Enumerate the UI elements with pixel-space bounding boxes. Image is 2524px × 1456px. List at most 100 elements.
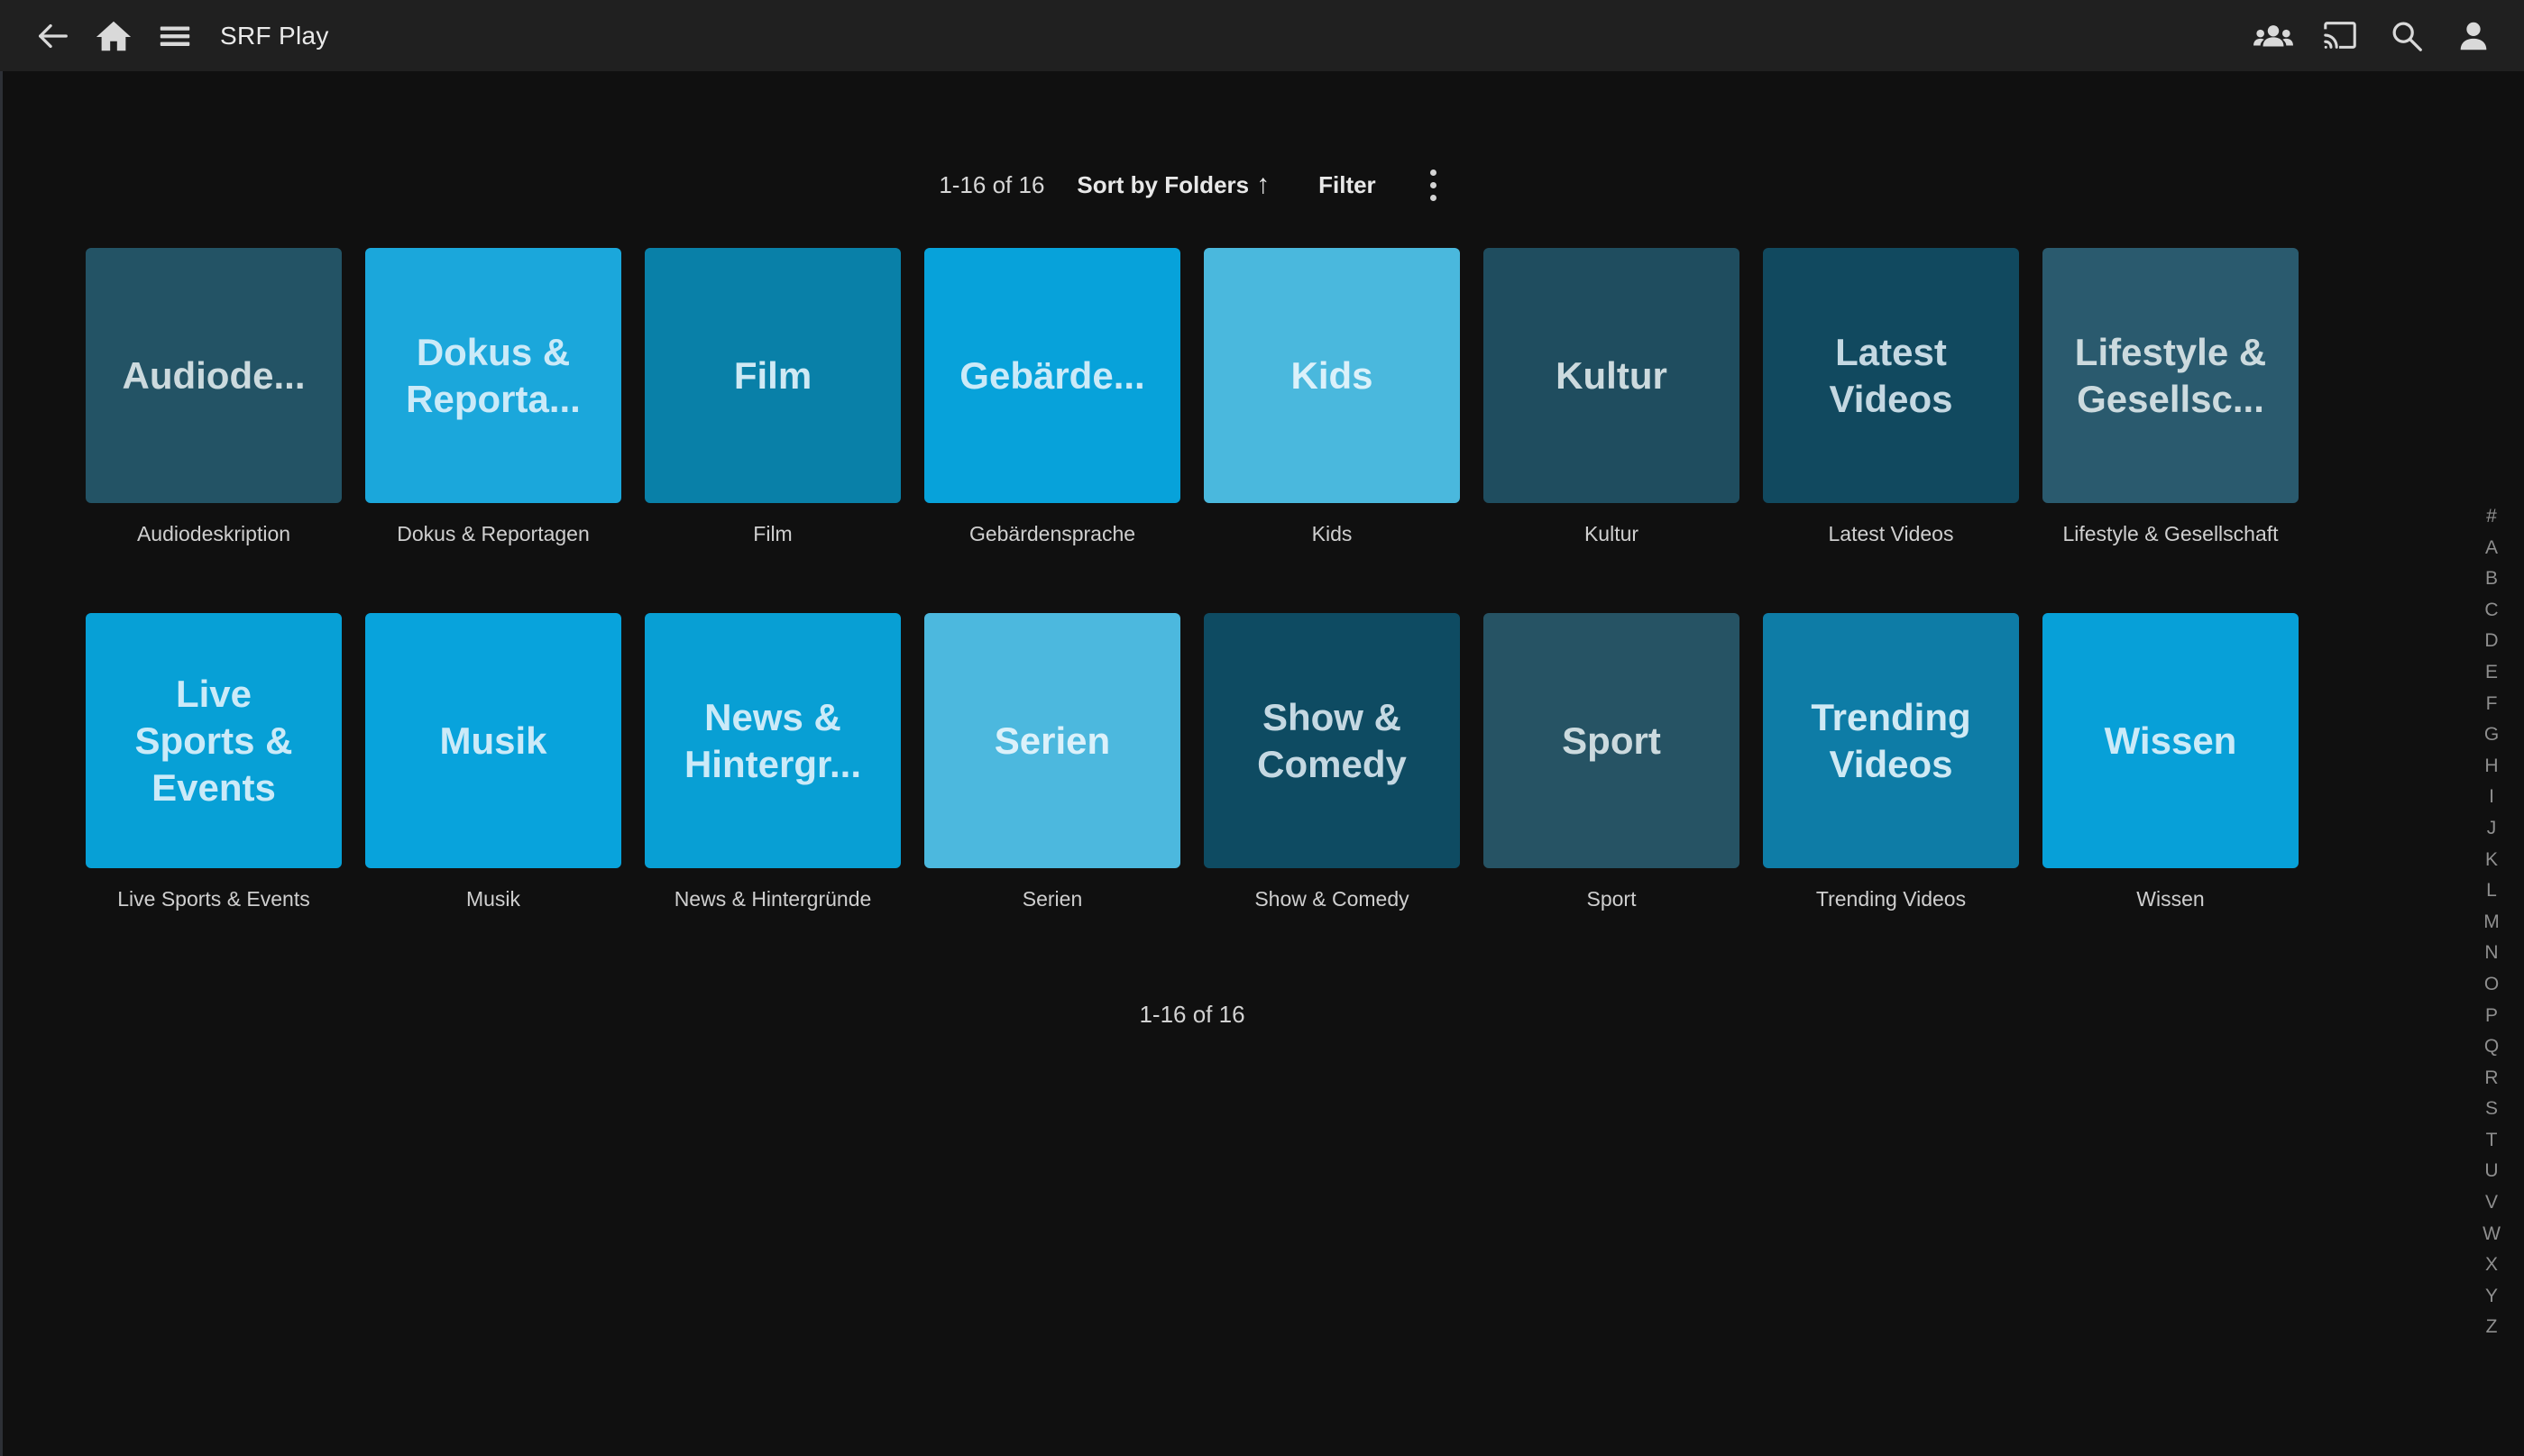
cast-button[interactable]	[2322, 16, 2358, 56]
alpha-picker-letter[interactable]: Z	[2464, 1312, 2519, 1343]
library-card-tile: Gebärde...	[924, 248, 1180, 503]
alpha-picker-letter[interactable]: K	[2464, 845, 2519, 876]
library-card-tile: Musik	[365, 613, 621, 868]
library-card[interactable]: Live Sports & Events Live Sports & Event…	[86, 613, 342, 911]
page-title: SRF Play	[220, 22, 329, 50]
library-card[interactable]: Audiode... Audiodeskription	[86, 248, 342, 546]
library-card-label: Dokus & Reportagen	[365, 521, 621, 546]
alpha-picker-letter[interactable]: V	[2464, 1187, 2519, 1219]
alpha-picker-letter[interactable]: F	[2464, 689, 2519, 720]
library-card-label: Musik	[365, 886, 621, 911]
alpha-picker-letter[interactable]: P	[2464, 1001, 2519, 1032]
window-left-edge	[0, 0, 3, 1456]
library-card-tile: Film	[645, 248, 901, 503]
user-button[interactable]	[2455, 16, 2492, 56]
alpha-picker-letter[interactable]: O	[2464, 969, 2519, 1001]
library-card[interactable]: Film Film	[645, 248, 901, 546]
library-card-label: Gebärdensprache	[924, 521, 1180, 546]
library-card-tile: Kids	[1204, 248, 1460, 503]
library-card-title: Sport	[1562, 718, 1661, 765]
library-card-tile: News & Hintergr...	[645, 613, 901, 868]
alpha-picker-letter[interactable]: J	[2464, 813, 2519, 845]
alpha-picker-letter[interactable]: N	[2464, 938, 2519, 969]
back-button[interactable]	[34, 16, 70, 56]
library-card-tile: Trending Videos	[1763, 613, 2019, 868]
library-card-tile: Audiode...	[86, 248, 342, 503]
library-card-title: Kids	[1290, 353, 1372, 399]
overflow-menu-button[interactable]	[1421, 162, 1446, 207]
alpha-picker-letter[interactable]: T	[2464, 1125, 2519, 1157]
alpha-picker-letter[interactable]: S	[2464, 1094, 2519, 1125]
library-card[interactable]: Trending Videos Trending Videos	[1763, 613, 2019, 911]
library-card-tile: Latest Videos	[1763, 248, 2019, 503]
library-card-tile: Serien	[924, 613, 1180, 868]
library-card[interactable]: Serien Serien	[924, 613, 1180, 911]
library-card-title: Film	[734, 353, 812, 399]
search-button[interactable]	[2389, 16, 2425, 56]
library-grid: Audiode... Audiodeskription Dokus & Repo…	[86, 248, 2299, 911]
library-card[interactable]: Kids Kids	[1204, 248, 1460, 546]
alpha-picker-letter[interactable]: Q	[2464, 1031, 2519, 1063]
library-card-title: Live Sports & Events	[134, 671, 292, 811]
library-card-label: Kultur	[1483, 521, 1739, 546]
alpha-picker-letter[interactable]: L	[2464, 875, 2519, 907]
home-button[interactable]	[96, 16, 132, 56]
filter-button[interactable]: Filter	[1318, 171, 1376, 199]
library-card-tile: Kultur	[1483, 248, 1739, 503]
alpha-picker-letter[interactable]: C	[2464, 595, 2519, 627]
library-card-tile: Dokus & Reporta...	[365, 248, 621, 503]
sort-button-label: Sort by Folders	[1077, 171, 1249, 199]
library-card[interactable]: Sport Sport	[1483, 613, 1739, 911]
library-card-title: Trending Videos	[1811, 694, 1970, 788]
library-card-label: Sport	[1483, 886, 1739, 911]
library-card[interactable]: Dokus & Reporta... Dokus & Reportagen	[365, 248, 621, 546]
library-card-label: Live Sports & Events	[86, 886, 342, 911]
library-card-title: Serien	[995, 718, 1110, 765]
hamburger-menu-icon	[156, 17, 194, 55]
alpha-picker-letter[interactable]: B	[2464, 563, 2519, 595]
library-card-label: Trending Videos	[1763, 886, 2019, 911]
alpha-picker: # A B C D E F G H I J K L M N O P Q R S …	[2464, 501, 2519, 1343]
alpha-picker-letter[interactable]: X	[2464, 1250, 2519, 1281]
alpha-picker-letter[interactable]: D	[2464, 626, 2519, 657]
library-card-label: Wissen	[2042, 886, 2299, 911]
library-card-title: Lifestyle & Gesellsc...	[2075, 329, 2266, 423]
syncplay-button[interactable]	[2255, 16, 2291, 56]
alpha-picker-letter[interactable]: M	[2464, 907, 2519, 939]
library-card-title: Show & Comedy	[1257, 694, 1407, 788]
library-card[interactable]: Gebärde... Gebärdensprache	[924, 248, 1180, 546]
kebab-dot	[1430, 195, 1436, 201]
library-card[interactable]: News & Hintergr... News & Hintergründe	[645, 613, 901, 911]
alpha-picker-letter[interactable]: R	[2464, 1063, 2519, 1094]
alpha-picker-letter[interactable]: G	[2464, 719, 2519, 751]
library-card[interactable]: Kultur Kultur	[1483, 248, 1739, 546]
alpha-picker-letter[interactable]: H	[2464, 751, 2519, 783]
library-card-label: Film	[645, 521, 901, 546]
back-arrow-icon	[33, 17, 71, 55]
library-card[interactable]: Lifestyle & Gesellsc... Lifestyle & Gese…	[2042, 248, 2299, 546]
alpha-picker-letter[interactable]: W	[2464, 1219, 2519, 1250]
alpha-picker-letter[interactable]: U	[2464, 1156, 2519, 1187]
alpha-picker-letter[interactable]: Y	[2464, 1281, 2519, 1313]
library-card-tile: Wissen	[2042, 613, 2299, 868]
library-card-label: News & Hintergründe	[645, 886, 901, 911]
library-card-label: Audiodeskription	[86, 521, 342, 546]
menu-button[interactable]	[157, 16, 193, 56]
alpha-picker-letter[interactable]: #	[2464, 501, 2519, 533]
library-card-label: Serien	[924, 886, 1180, 911]
library-card-title: Audiode...	[123, 353, 306, 399]
library-card-title: News & Hintergr...	[684, 694, 861, 788]
library-card-title: Latest Videos	[1830, 329, 1953, 423]
library-card[interactable]: Show & Comedy Show & Comedy	[1204, 613, 1460, 911]
library-card-title: Gebärde...	[959, 353, 1144, 399]
library-card[interactable]: Latest Videos Latest Videos	[1763, 248, 2019, 546]
alpha-picker-letter[interactable]: E	[2464, 657, 2519, 689]
library-card[interactable]: Wissen Wissen	[2042, 613, 2299, 911]
library-card-title: Dokus & Reporta...	[406, 329, 581, 423]
library-card[interactable]: Musik Musik	[365, 613, 621, 911]
sort-button[interactable]: Sort by Folders ↑	[1077, 171, 1270, 199]
alpha-picker-letter[interactable]: I	[2464, 782, 2519, 813]
app-bar: SRF Play	[0, 0, 2524, 71]
library-card-label: Kids	[1204, 521, 1460, 546]
alpha-picker-letter[interactable]: A	[2464, 533, 2519, 564]
